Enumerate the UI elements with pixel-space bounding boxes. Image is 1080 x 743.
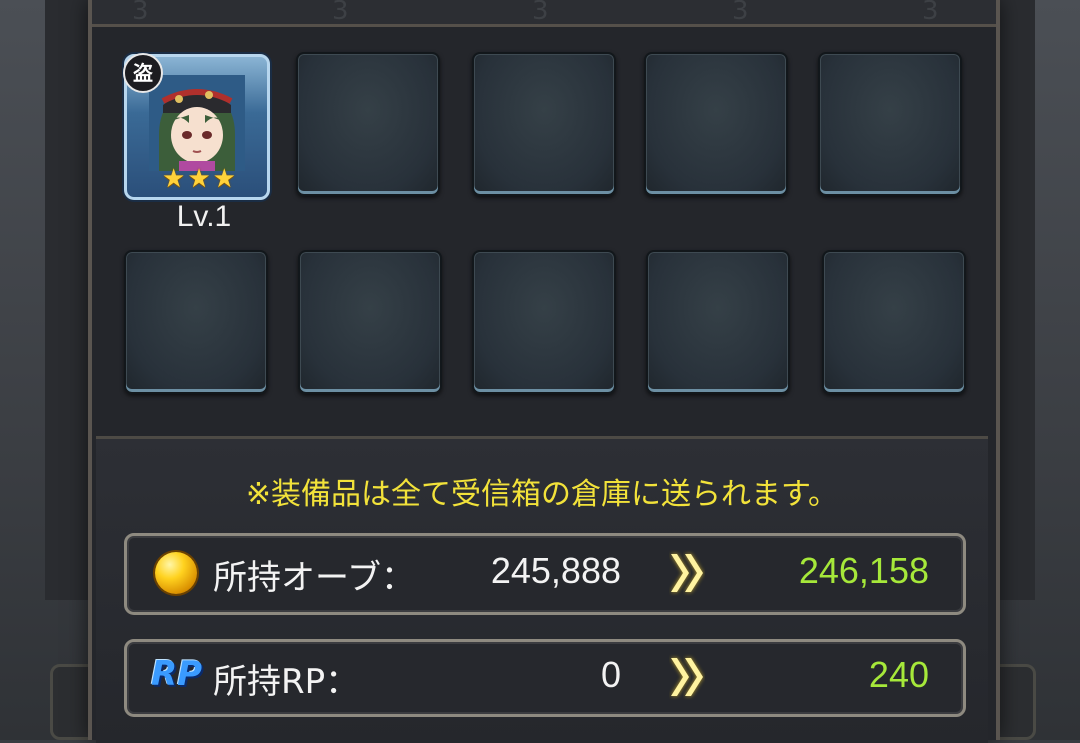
star-icon: ★ [212,164,236,194]
orb-after-value: 246,158 [798,550,929,591]
star-icon: ★ [187,164,211,194]
orb-current-value: 245,888 [490,550,621,591]
orb-row: 所持オーブ： 245,888 246,158 [124,533,966,615]
empty-slot [472,52,616,196]
empty-slot [644,52,788,196]
hero-reward[interactable]: 盗 ★ ★ ★ Lv.1 [123,53,270,234]
empty-slot [296,52,440,196]
hero-card[interactable]: 盗 ★ ★ ★ [123,53,270,200]
top-strip-digit: 3 [332,0,349,26]
rp-current-value: 0 [600,654,621,695]
double-chevron-right-icon [671,658,703,696]
rp-row: RP 所持RP： 0 240 [124,639,966,717]
hero-portrait [149,75,245,171]
top-strip-digit: 3 [922,0,939,26]
reward-modal: 3 3 3 3 3 盗 ★ ★ ★ Lv.1 ※装備品は全て受信箱の倉庫に送られ… [88,0,1000,743]
orb-label: 所持オーブ： [213,558,415,598]
empty-slot [822,250,966,394]
rp-icon: RP [151,654,203,694]
empty-slot [646,250,790,394]
hero-level: Lv.1 [176,200,232,233]
double-chevron-right-icon [671,554,703,592]
empty-slot [818,52,962,196]
star-icon: ★ [162,164,186,194]
orb-icon [155,552,197,594]
top-strip-digit: 3 [732,0,749,26]
resource-summary-panel: ※装備品は全て受信箱の倉庫に送られます。 所持オーブ： 245,888 246,… [96,436,988,743]
inbox-notice: ※装備品は全て受信箱の倉庫に送られます。 [245,477,839,512]
empty-slot [298,250,442,394]
rarity-stars: ★ ★ ★ [151,164,247,194]
thief-class-icon: 盗 [123,53,163,93]
rp-after-value: 240 [868,654,929,695]
rp-label: 所持RP： [213,662,360,702]
top-strip-digit: 3 [532,0,549,26]
top-strip: 3 3 3 3 3 [92,0,996,27]
top-strip-digit: 3 [132,0,149,26]
empty-slot [472,250,616,394]
empty-slot [124,250,268,394]
